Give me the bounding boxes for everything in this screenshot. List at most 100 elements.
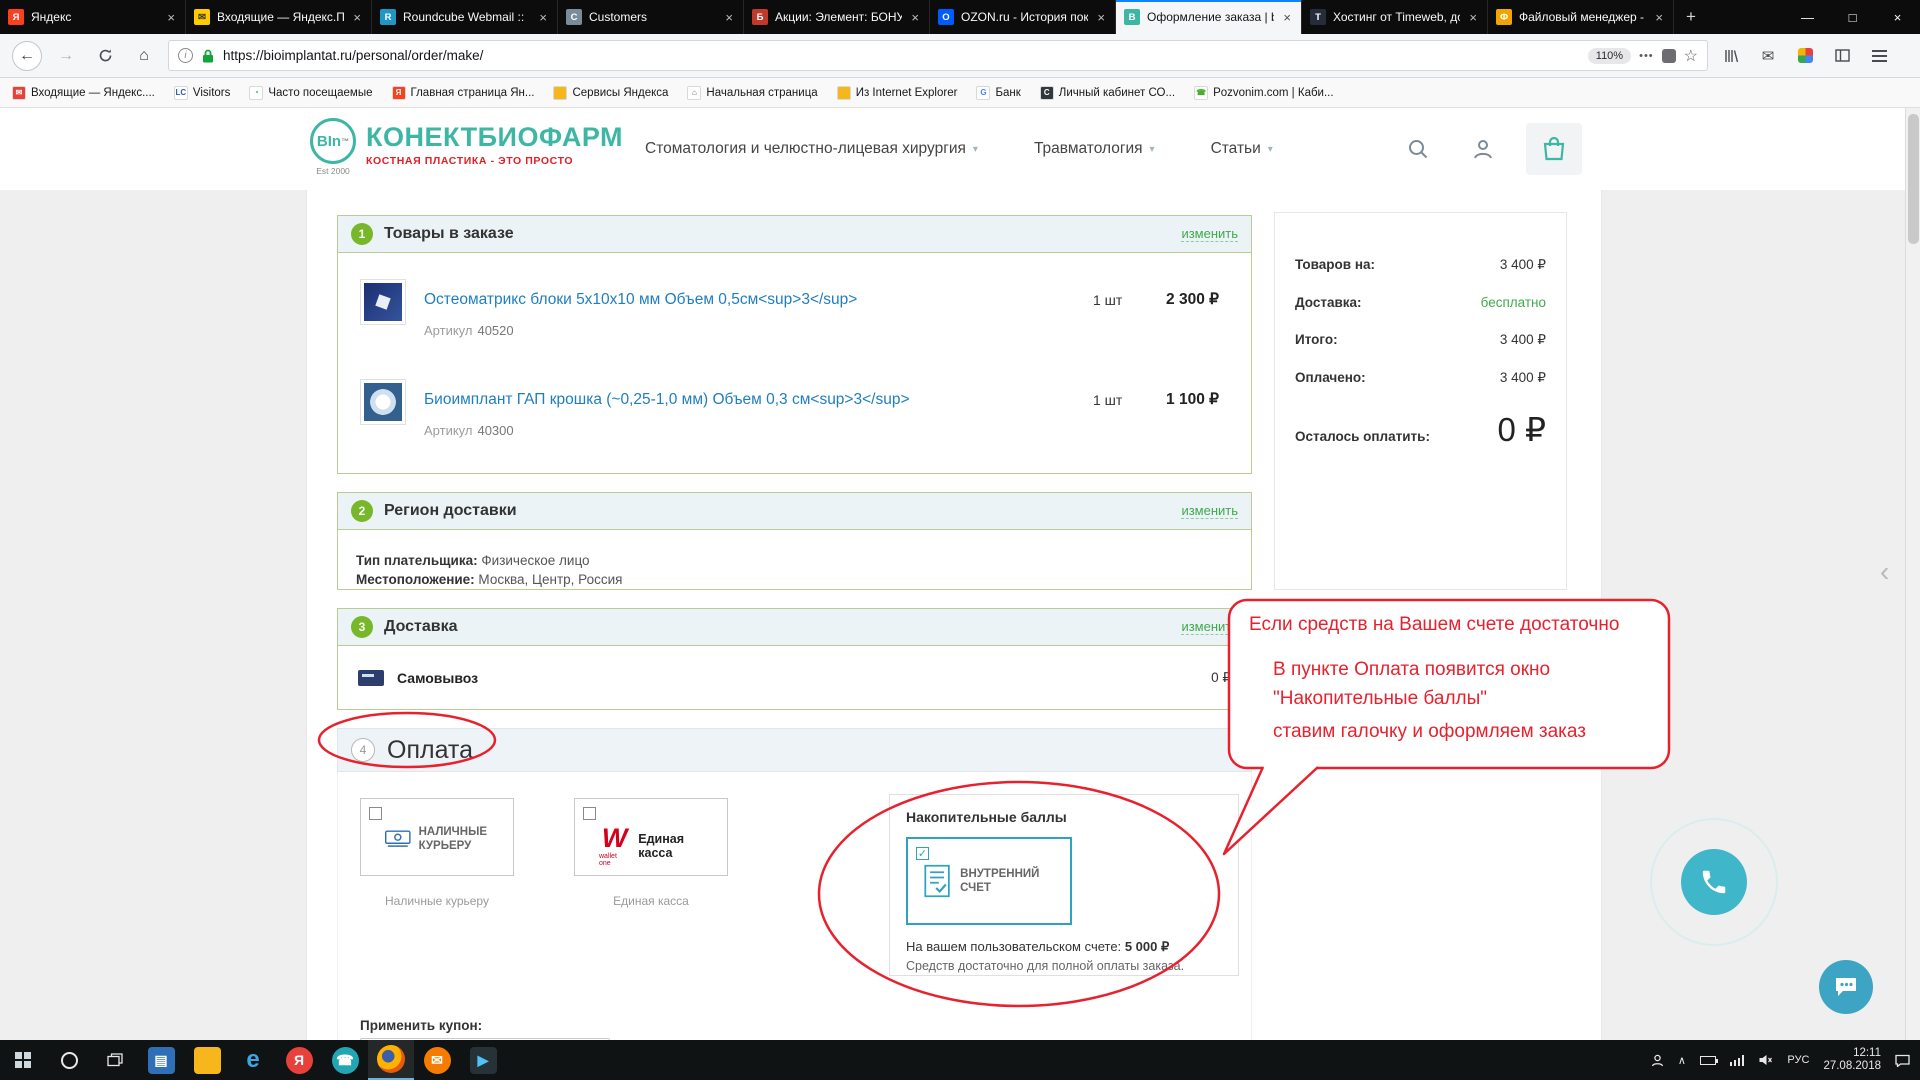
- taskbar-search-button[interactable]: [46, 1040, 92, 1080]
- zoom-level-badge[interactable]: 110%: [1588, 48, 1631, 64]
- edit-region-link[interactable]: изменить: [1181, 503, 1238, 519]
- firefox-window: Я Яндекс × ✉ Входящие — Яндекс.По × R Ro…: [0, 0, 1920, 1080]
- tab-close-icon[interactable]: ×: [723, 10, 735, 25]
- page-scrollbar[interactable]: [1905, 108, 1920, 1040]
- nav-item-articles[interactable]: Статьи▾: [1211, 140, 1273, 158]
- chat-widget-button[interactable]: [1819, 960, 1873, 1014]
- slider-prev-icon[interactable]: ‹: [1880, 556, 1889, 588]
- browser-tab[interactable]: T Хостинг от Timeweb, до ×: [1302, 0, 1488, 34]
- tab-close-icon[interactable]: ×: [1281, 10, 1293, 25]
- nav-item-traumatology[interactable]: Травматология▾: [1034, 140, 1155, 158]
- cash-checkbox[interactable]: [369, 807, 382, 820]
- taskbar-app-documents[interactable]: ▤: [138, 1040, 184, 1080]
- account-icon[interactable]: [1470, 136, 1496, 162]
- search-icon[interactable]: [1405, 136, 1431, 162]
- browser-tab[interactable]: Ф Файловый менеджер - ×: [1488, 0, 1674, 34]
- browser-tab-active[interactable]: B Оформление заказа | b ×: [1116, 0, 1302, 34]
- browser-tab[interactable]: C Customers ×: [558, 0, 744, 34]
- taskbar-app-yandex[interactable]: Я: [276, 1040, 322, 1080]
- library-icon[interactable]: [1717, 49, 1745, 63]
- site-logo[interactable]: BIn™ Est 2000 КОНЕКТБИОФАРМ КОСТНАЯ ПЛАС…: [310, 118, 623, 176]
- battery-icon[interactable]: [1700, 1056, 1716, 1065]
- back-button[interactable]: ←: [12, 41, 42, 71]
- tab-close-icon[interactable]: ×: [351, 10, 363, 25]
- refresh-button[interactable]: [90, 41, 120, 71]
- tab-close-icon[interactable]: ×: [537, 10, 549, 25]
- summary-label: Итого:: [1295, 332, 1338, 348]
- pocket-icon[interactable]: [1662, 49, 1676, 63]
- bookmark-item[interactable]: CЛичный кабинет СО...: [1040, 86, 1175, 100]
- browser-tab[interactable]: Б Акции: Элемент: БОНУ ×: [744, 0, 930, 34]
- bookmark-item[interactable]: ЯГлавная страница Ян...: [392, 86, 535, 100]
- tab-close-icon[interactable]: ×: [1095, 10, 1107, 25]
- bookmark-item[interactable]: LCVisitors: [174, 86, 231, 100]
- maximize-button[interactable]: □: [1830, 0, 1875, 34]
- walletone-checkbox[interactable]: [583, 807, 596, 820]
- page-actions-icon[interactable]: •••: [1639, 50, 1654, 62]
- product-title-link[interactable]: Биоимплант ГАП крошка (~0,25-1,0 мм) Объ…: [424, 391, 910, 409]
- minimize-button[interactable]: —: [1785, 0, 1830, 34]
- address-bar[interactable]: i https://bioimplantat.ru/personal/order…: [168, 40, 1708, 71]
- product-thumbnail[interactable]: [360, 379, 406, 425]
- site-info-icon[interactable]: i: [178, 48, 193, 63]
- menu-icon[interactable]: [1865, 55, 1893, 57]
- taskbar-app-firefox-active[interactable]: [368, 1040, 414, 1080]
- payment-option-cash[interactable]: НАЛИЧНЫЕ КУРЬЕРУ: [360, 798, 514, 876]
- network-icon[interactable]: [1730, 1055, 1745, 1066]
- annotation-bubble: Если средств на Вашем счете достаточно В…: [1229, 600, 1669, 768]
- internal-account-label: ВНУТРЕННИЙ СЧЕТ: [960, 867, 1066, 895]
- volume-muted-icon[interactable]: [1758, 1054, 1773, 1066]
- internal-account-option[interactable]: ✓ ВНУТРЕННИЙ СЧЕТ: [906, 837, 1072, 925]
- close-window-button[interactable]: ×: [1875, 0, 1920, 34]
- callback-phone-button[interactable]: [1681, 849, 1747, 915]
- payment-option-walletone[interactable]: W wallet one Единая касса: [574, 798, 728, 876]
- browser-tab[interactable]: ✉ Входящие — Яндекс.По ×: [186, 0, 372, 34]
- edit-items-link[interactable]: изменить: [1181, 226, 1238, 242]
- tray-expand-icon[interactable]: ∧: [1678, 1054, 1686, 1067]
- bonus-points-panel: Накопительные баллы ✓ ВНУТРЕННИЙ СЧЕТ На…: [889, 794, 1239, 976]
- bookmark-item[interactable]: ☎Pozvonim.com | Каби...: [1194, 86, 1333, 100]
- taskbar-app-explorer[interactable]: [184, 1040, 230, 1080]
- extension-palette-icon[interactable]: [1791, 48, 1819, 63]
- mail-icon[interactable]: ✉: [1754, 47, 1782, 65]
- bookmark-icon: ✉: [12, 86, 26, 100]
- scrollbar-thumb[interactable]: [1908, 114, 1919, 244]
- padlock-icon[interactable]: [201, 48, 215, 64]
- tab-close-icon[interactable]: ×: [1467, 10, 1479, 25]
- nav-item-stomatology[interactable]: Стоматология и челюстно-лицевая хирургия…: [645, 140, 978, 158]
- browser-tab[interactable]: O OZON.ru - История пок ×: [930, 0, 1116, 34]
- summary-row: Оплачено:3 400 ₽: [1295, 370, 1546, 386]
- taskbar-app-media[interactable]: ▶: [460, 1040, 506, 1080]
- product-title-link[interactable]: Остеоматрикс блоки 5х10х10 мм Объем 0,5с…: [424, 291, 857, 309]
- bookmark-item[interactable]: ⌂Начальная страница: [687, 86, 817, 100]
- bookmark-item[interactable]: Из Internet Explorer: [837, 86, 958, 100]
- forward-button[interactable]: →: [51, 41, 81, 71]
- bookmark-item[interactable]: Сервисы Яндекса: [553, 86, 668, 100]
- task-view-button[interactable]: [92, 1040, 138, 1080]
- taskbar-app-messenger[interactable]: ☎: [322, 1040, 368, 1080]
- home-button[interactable]: ⌂: [129, 41, 159, 71]
- bookmark-star-icon[interactable]: ☆: [1684, 46, 1698, 66]
- tab-close-icon[interactable]: ×: [1653, 10, 1665, 25]
- sidebar-icon[interactable]: [1828, 49, 1856, 62]
- new-tab-button[interactable]: +: [1674, 0, 1708, 34]
- bookmark-item[interactable]: ✉Входящие — Яндекс....: [12, 86, 155, 100]
- bookmark-item[interactable]: GБанк: [976, 86, 1020, 100]
- tab-close-icon[interactable]: ×: [165, 10, 177, 25]
- walletone-sub: wallet one: [599, 853, 630, 867]
- tab-close-icon[interactable]: ×: [909, 10, 921, 25]
- browser-tab[interactable]: Я Яндекс ×: [0, 0, 186, 34]
- taskbar-app-edge[interactable]: e: [230, 1040, 276, 1080]
- internal-account-checkbox[interactable]: ✓: [916, 847, 929, 860]
- browser-tab[interactable]: R Roundcube Webmail :: ×: [372, 0, 558, 34]
- bookmark-item[interactable]: ◔Часто посещаемые: [249, 86, 372, 100]
- start-button[interactable]: [0, 1040, 46, 1080]
- taskbar-clock[interactable]: 12:11 27.08.2018: [1823, 1047, 1881, 1073]
- url-text[interactable]: https://bioimplantat.ru/personal/order/m…: [223, 48, 1580, 63]
- taskbar-app-mail[interactable]: ✉: [414, 1040, 460, 1080]
- action-center-icon[interactable]: [1895, 1054, 1910, 1067]
- cart-button[interactable]: [1526, 123, 1582, 175]
- keyboard-language[interactable]: РУС: [1787, 1054, 1809, 1066]
- product-thumbnail[interactable]: [360, 279, 406, 325]
- people-icon[interactable]: [1651, 1054, 1664, 1067]
